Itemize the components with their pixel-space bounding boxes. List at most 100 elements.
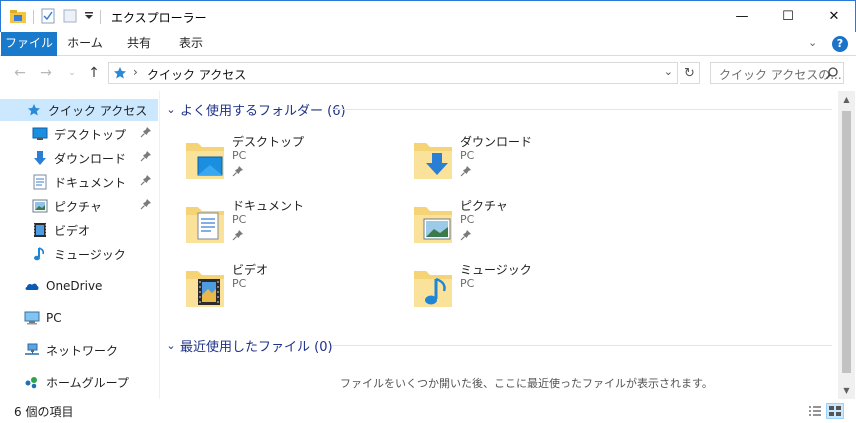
- sidebar-item-desktop[interactable]: デスクトップ: [0, 123, 158, 145]
- explorer-app-icon: [9, 8, 27, 27]
- address-bar[interactable]: › クイック アクセス ⌄: [108, 62, 678, 84]
- toolbar-divider: [100, 10, 101, 24]
- tab-share[interactable]: 共有: [117, 32, 161, 56]
- scroll-up-icon[interactable]: ▲: [838, 91, 855, 108]
- sidebar-item-network[interactable]: ネットワーク: [0, 339, 158, 361]
- close-button[interactable]: ✕: [811, 1, 856, 31]
- sidebar-item-label: ネットワーク: [46, 343, 119, 358]
- desktop-icon: [32, 126, 48, 142]
- minimize-button[interactable]: —: [719, 1, 765, 31]
- new-folder-icon[interactable]: [62, 8, 78, 27]
- folder-document-icon: [184, 201, 226, 248]
- folder-tile-downloads[interactable]: ダウンロード PC: [412, 131, 612, 187]
- folder-desktop-icon: [184, 137, 226, 184]
- sidebar-item-documents[interactable]: ドキュメント: [0, 171, 158, 193]
- group-header-frequent-folders[interactable]: ⌄ よく使用するフォルダー (6): [162, 99, 346, 119]
- forward-button[interactable]: →: [36, 63, 56, 83]
- tab-home[interactable]: ホーム: [62, 32, 108, 56]
- properties-icon[interactable]: [40, 8, 56, 27]
- folder-location: PC: [232, 277, 247, 290]
- group-divider: [332, 109, 832, 110]
- group-header-recent-files[interactable]: ⌄ 最近使用したファイル (0): [162, 335, 333, 355]
- sidebar-item-label: ホームグループ: [46, 375, 129, 390]
- pin-icon: [460, 229, 472, 244]
- pin-icon: [140, 174, 152, 189]
- network-icon: [24, 342, 40, 358]
- expand-ribbon-icon[interactable]: ⌄: [808, 36, 817, 49]
- large-icons-view-icon[interactable]: [826, 403, 844, 419]
- navigation-pane: クイック アクセス デスクトップ ダウンロード ドキュメント ピクチャ ビデオ …: [0, 91, 160, 399]
- folder-name: ドキュメント: [232, 199, 305, 213]
- folder-location: PC: [232, 213, 247, 226]
- folder-tile-desktop[interactable]: デスクトップ PC: [184, 131, 384, 187]
- document-icon: [32, 174, 48, 190]
- up-button[interactable]: ↑: [84, 63, 104, 83]
- folder-tile-documents[interactable]: ドキュメント PC: [184, 195, 384, 251]
- help-icon[interactable]: ?: [832, 36, 848, 52]
- refresh-button[interactable]: ↻: [680, 62, 700, 84]
- sidebar-item-pictures[interactable]: ピクチャ: [0, 195, 158, 217]
- picture-icon: [32, 198, 48, 214]
- star-icon: [113, 66, 127, 83]
- maximize-button[interactable]: ☐: [765, 1, 811, 31]
- toolbar-divider: [33, 10, 34, 24]
- folder-location: PC: [232, 149, 247, 162]
- search-placeholder: クイック アクセスの...: [719, 68, 842, 82]
- quick-access-toolbar: [9, 8, 101, 26]
- pin-icon: [232, 165, 244, 180]
- group-header-label: 最近使用したファイル (0): [180, 339, 333, 355]
- folder-video-icon: [184, 265, 226, 312]
- folder-tile-videos[interactable]: ビデオ PC: [184, 259, 384, 315]
- folder-name: ダウンロード: [460, 135, 533, 149]
- navigation-bar: ← → ⌄ ↑ › クイック アクセス ⌄ ↻ クイック アクセスの...: [0, 57, 856, 91]
- music-icon: [32, 246, 48, 262]
- homegroup-icon: [24, 374, 40, 390]
- breadcrumb-chevron-icon[interactable]: ›: [133, 65, 138, 79]
- star-icon: [26, 102, 42, 118]
- ribbon-tabs: ファイル ホーム 共有 表示 ⌄ ?: [0, 32, 856, 56]
- address-dropdown-icon[interactable]: ⌄: [664, 65, 673, 78]
- search-input[interactable]: クイック アクセスの...: [710, 62, 844, 84]
- folder-tile-music[interactable]: ミュージック PC: [412, 259, 612, 315]
- collapse-chevron-icon[interactable]: ⌄: [162, 103, 180, 116]
- sidebar-item-onedrive[interactable]: OneDrive: [0, 275, 158, 297]
- tab-file[interactable]: ファイル: [1, 32, 57, 56]
- pin-icon: [140, 150, 152, 165]
- sidebar-item-quick-access[interactable]: クイック アクセス: [0, 99, 158, 121]
- download-icon: [32, 150, 48, 166]
- scrollbar-thumb[interactable]: [842, 111, 851, 373]
- search-icon[interactable]: [825, 66, 839, 83]
- onedrive-icon: [24, 278, 40, 294]
- sidebar-item-videos[interactable]: ビデオ: [0, 219, 158, 241]
- back-button[interactable]: ←: [10, 63, 30, 83]
- folder-tile-pictures[interactable]: ピクチャ PC: [412, 195, 612, 251]
- details-view-icon[interactable]: [806, 403, 824, 419]
- sidebar-item-label: ドキュメント: [54, 175, 127, 190]
- breadcrumb[interactable]: クイック アクセス: [147, 66, 246, 83]
- sidebar-item-label: ミュージック: [54, 247, 126, 262]
- recent-locations-dropdown[interactable]: ⌄: [62, 63, 82, 83]
- group-header-label: よく使用するフォルダー (6): [180, 103, 346, 119]
- recent-files-empty-message: ファイルをいくつか開いた後、ここに最近使ったファイルが表示されます。: [340, 377, 713, 390]
- scroll-down-icon[interactable]: ▼: [838, 382, 855, 399]
- folder-download-icon: [412, 137, 454, 184]
- customize-toolbar-dropdown-icon[interactable]: [84, 10, 94, 24]
- vertical-scrollbar[interactable]: ▲ ▼: [838, 91, 855, 399]
- sidebar-item-label: OneDrive: [46, 279, 103, 293]
- pin-icon: [140, 198, 152, 213]
- folder-name: ビデオ: [232, 263, 269, 277]
- folder-location: PC: [460, 149, 475, 162]
- title-bar: エクスプローラー — ☐ ✕: [0, 0, 856, 32]
- pin-icon: [232, 229, 244, 244]
- pin-icon: [140, 126, 152, 141]
- tab-view[interactable]: 表示: [171, 32, 211, 56]
- window-title: エクスプローラー: [111, 11, 207, 25]
- sidebar-item-pc[interactable]: PC: [0, 307, 158, 329]
- sidebar-item-music[interactable]: ミュージック: [0, 243, 158, 265]
- folder-location: PC: [460, 277, 475, 290]
- collapse-chevron-icon[interactable]: ⌄: [162, 339, 180, 352]
- sidebar-item-homegroup[interactable]: ホームグループ: [0, 371, 158, 393]
- sidebar-item-downloads[interactable]: ダウンロード: [0, 147, 158, 169]
- sidebar-item-label: ピクチャ: [54, 199, 102, 214]
- folder-picture-icon: [412, 201, 454, 248]
